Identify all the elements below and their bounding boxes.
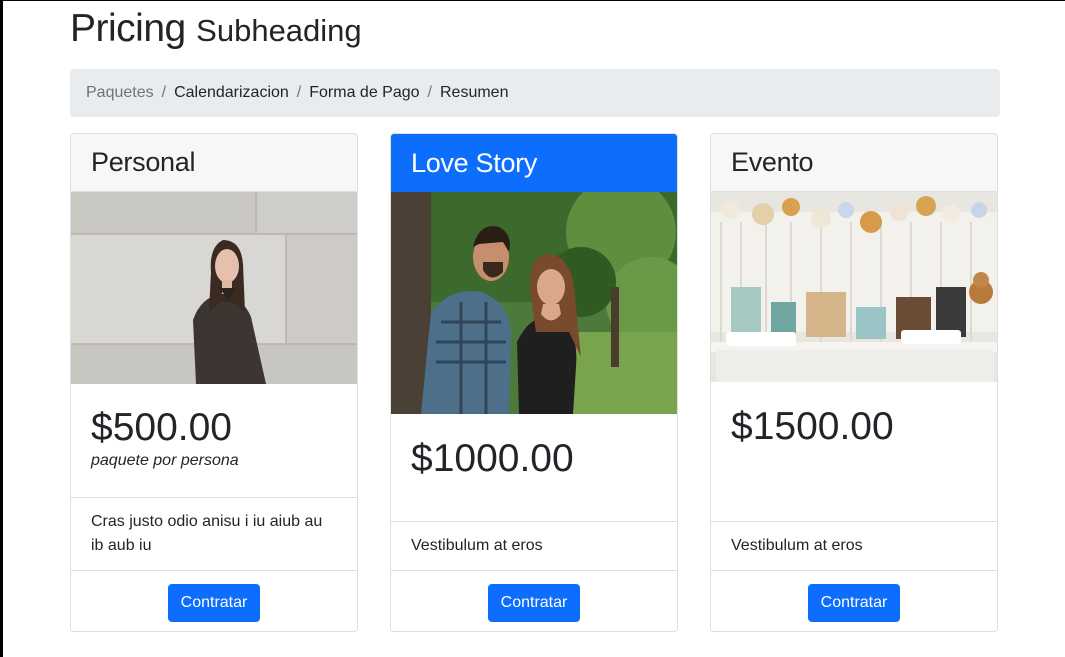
- contratar-button[interactable]: Contratar: [167, 583, 261, 622]
- card-description: Vestibulum at eros: [391, 521, 677, 570]
- card-price: $500.00: [91, 406, 232, 449]
- card-title: Personal: [71, 134, 357, 192]
- card-image-evento: [711, 192, 997, 382]
- contratar-button[interactable]: Contratar: [807, 583, 901, 622]
- card-description: Vestibulum at eros: [711, 521, 997, 570]
- card-image-personal: [71, 192, 357, 384]
- card-price: $1500.00: [731, 405, 894, 448]
- title-subheading: Subheading: [196, 13, 362, 48]
- card-description: Cras justo odio anisu i iu aiub au ib au…: [71, 497, 357, 570]
- card-footer: Contratar: [71, 570, 357, 631]
- breadcrumb-separator: /: [296, 84, 302, 101]
- card-price-note: paquete por persona: [91, 452, 239, 469]
- page-title: Pricing Subheading: [70, 7, 362, 51]
- breadcrumb-separator: /: [161, 84, 167, 101]
- card-price: $1000.00: [411, 437, 574, 480]
- contratar-button[interactable]: Contratar: [487, 583, 581, 622]
- pricing-card-love-story: Love Story $1000.00 Vestibulum at eros C…: [390, 133, 678, 632]
- breadcrumb-item-forma-de-pago[interactable]: Forma de Pago: [309, 84, 419, 102]
- title-main: Pricing: [70, 7, 186, 50]
- breadcrumb-separator: /: [427, 84, 432, 101]
- card-title: Love Story: [391, 134, 677, 192]
- breadcrumb-item-resumen[interactable]: Resumen: [440, 84, 508, 102]
- breadcrumb-item-paquetes[interactable]: Paquetes: [86, 84, 154, 102]
- pricing-card-evento: Evento $1500.00 Vestibulum at eros Contr…: [710, 133, 998, 632]
- card-image-love-story: [391, 192, 677, 414]
- breadcrumb: Paquetes / Calendarizacion / Forma de Pa…: [70, 69, 1000, 117]
- card-footer: Contratar: [711, 570, 997, 631]
- breadcrumb-item-calendarizacion[interactable]: Calendarizacion: [174, 84, 289, 102]
- card-title: Evento: [711, 134, 997, 192]
- pricing-card-personal: Personal $500.00 paquete por persona Cra…: [70, 133, 358, 632]
- card-footer: Contratar: [391, 570, 677, 631]
